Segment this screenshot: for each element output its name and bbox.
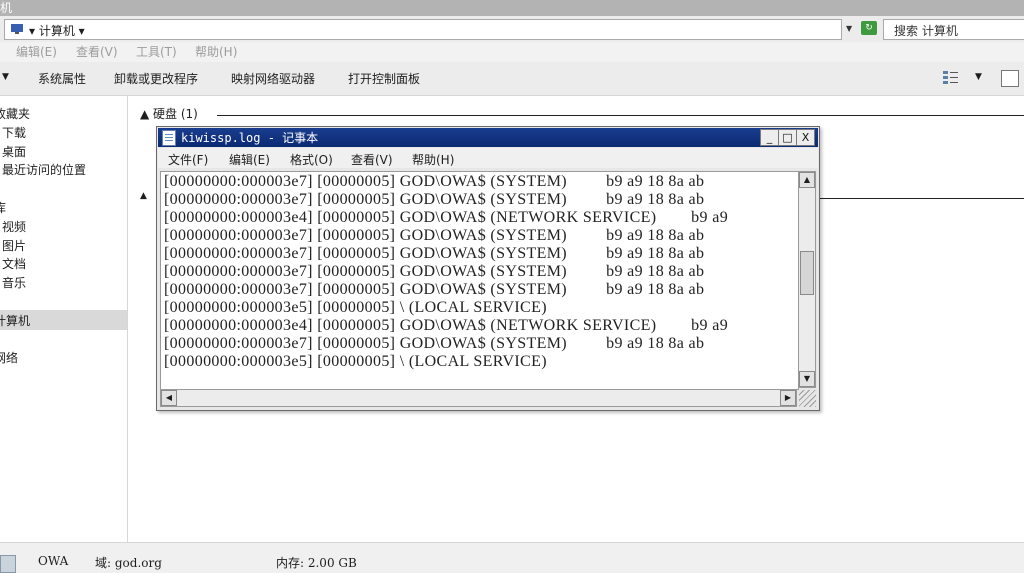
nav-desktop[interactable]: 桌面 [2, 143, 26, 160]
nav-computer[interactable]: 计算机 [0, 312, 30, 329]
notepad-menu-format[interactable]: 格式(O) [290, 151, 333, 168]
breadcrumb[interactable]: ▾ 计算机 ▾ [29, 22, 85, 39]
explorer-menu-bar: 编辑(E) 查看(V) 工具(T) 帮助(H) [0, 42, 1024, 62]
notepad-menu-bar: 文件(F) 编辑(E) 格式(O) 查看(V) 帮助(H) [158, 148, 818, 168]
log-line: [00000000:000003e7] [00000005] GOD\OWA$ … [164, 227, 705, 244]
section-divider [217, 115, 1024, 116]
nav-documents[interactable]: 文档 [2, 255, 26, 272]
search-input[interactable]: 搜索 计算机 [883, 19, 1024, 40]
log-line: [00000000:000003e4] [00000005] GOD\OWA$ … [164, 209, 729, 226]
nav-music[interactable]: 音乐 [2, 274, 26, 291]
address-row: ▾ 计算机 ▾ ▼ ↻ 搜索 计算机 [0, 16, 1024, 43]
notepad-icon [162, 130, 176, 146]
explorer-title-text: 机 [0, 1, 13, 15]
explorer-toolbar: ▼ 系统属性 卸载或更改程序 映射网络驱动器 打开控制面板 ▼ [0, 62, 1024, 96]
explorer-title-bar: 机 [0, 0, 1024, 16]
resize-grip-icon[interactable] [799, 390, 816, 407]
search-placeholder: 搜索 计算机 [894, 24, 958, 38]
log-line: [00000000:000003e4] [00000005] GOD\OWA$ … [164, 317, 729, 334]
status-domain: 域: god.org [95, 556, 162, 570]
log-line: [00000000:000003e7] [00000005] GOD\OWA$ … [164, 245, 705, 262]
computer-icon [0, 555, 16, 573]
menu-view[interactable]: 查看(V) [76, 43, 118, 60]
log-line: [00000000:000003e7] [00000005] GOD\OWA$ … [164, 173, 705, 190]
section-divider-2 [818, 198, 1024, 199]
refresh-icon[interactable]: ↻ [861, 21, 877, 35]
nav-favorites[interactable]: 收藏夹 [0, 105, 30, 122]
nav-network[interactable]: 网络 [0, 349, 18, 366]
notepad-menu-edit[interactable]: 编辑(E) [229, 151, 270, 168]
log-line: [00000000:000003e5] [00000005] \ (LOCAL … [164, 299, 547, 316]
notepad-text-area[interactable]: [00000000:000003e7] [00000005] GOD\OWA$ … [160, 171, 799, 390]
view-options-icon[interactable] [942, 69, 960, 85]
nav-pictures[interactable]: 图片 [2, 237, 26, 254]
scroll-right-icon[interactable]: ▶ [780, 390, 796, 406]
vertical-scrollbar[interactable]: ▲ ▼ [798, 171, 816, 388]
log-line: [00000000:000003e7] [00000005] GOD\OWA$ … [164, 263, 705, 280]
log-line: [00000000:000003e7] [00000005] GOD\OWA$ … [164, 191, 705, 208]
notepad-window[interactable]: kiwissp.log - 记事本 _ □ X 文件(F) 编辑(E) 格式(O… [156, 126, 820, 411]
menu-help[interactable]: 帮助(H) [195, 43, 237, 60]
scroll-up-icon[interactable]: ▲ [799, 172, 815, 188]
removable-section-toggle-icon[interactable]: ▲ [140, 191, 147, 201]
organize-dropdown-icon[interactable]: ▼ [2, 72, 9, 82]
status-computer-name: OWA [38, 554, 69, 568]
toolbar-system-properties[interactable]: 系统属性 [38, 70, 86, 87]
nav-videos[interactable]: 视频 [2, 218, 26, 235]
menu-tools[interactable]: 工具(T) [136, 43, 177, 60]
log-line: [00000000:000003e7] [00000005] GOD\OWA$ … [164, 335, 705, 352]
notepad-title-bar[interactable]: kiwissp.log - 记事本 _ □ X [158, 128, 818, 147]
status-bar: OWA 域: god.org 内存: 2.00 GB [0, 542, 1024, 573]
address-bar[interactable]: ▾ 计算机 ▾ [4, 19, 842, 40]
notepad-menu-file[interactable]: 文件(F) [168, 151, 208, 168]
close-button[interactable]: X [796, 129, 815, 146]
nav-recent-places[interactable]: 最近访问的位置 [2, 161, 86, 178]
hard-disks-header[interactable]: ▲ 硬盘 (1) [140, 105, 198, 122]
notepad-menu-view[interactable]: 查看(V) [351, 151, 393, 168]
horizontal-scrollbar[interactable]: ◀ ▶ [160, 389, 797, 407]
log-line: [00000000:000003e7] [00000005] GOD\OWA$ … [164, 281, 705, 298]
vertical-scroll-thumb[interactable] [800, 251, 814, 295]
minimize-button[interactable]: _ [760, 129, 779, 146]
preview-pane-icon[interactable] [1001, 70, 1019, 87]
status-memory: 内存: 2.00 GB [276, 556, 357, 570]
nav-libraries[interactable]: 库 [0, 199, 6, 216]
maximize-button[interactable]: □ [778, 129, 797, 146]
navigation-pane: 收藏夹 下载 桌面 最近访问的位置 库 视频 图片 文档 音乐 计算机 网络 [0, 96, 128, 542]
toolbar-map-network-drive[interactable]: 映射网络驱动器 [231, 70, 315, 87]
address-dropdown-icon[interactable]: ▼ [846, 24, 852, 33]
nav-downloads[interactable]: 下载 [2, 124, 26, 141]
toolbar-open-control-panel[interactable]: 打开控制面板 [348, 70, 420, 87]
menu-edit[interactable]: 编辑(E) [16, 43, 57, 60]
log-line: [00000000:000003e5] [00000005] \ (LOCAL … [164, 353, 547, 370]
toolbar-uninstall-program[interactable]: 卸载或更改程序 [114, 70, 198, 87]
view-dropdown-icon[interactable]: ▼ [975, 72, 982, 82]
breadcrumb-computer[interactable]: 计算机 [39, 24, 75, 38]
scroll-left-icon[interactable]: ◀ [161, 390, 177, 406]
notepad-menu-help[interactable]: 帮助(H) [412, 151, 454, 168]
notepad-title: kiwissp.log - 记事本 [181, 131, 319, 145]
hard-disks-label: 硬盘 (1) [153, 107, 198, 121]
scroll-down-icon[interactable]: ▼ [799, 371, 815, 387]
computer-icon [11, 24, 23, 34]
